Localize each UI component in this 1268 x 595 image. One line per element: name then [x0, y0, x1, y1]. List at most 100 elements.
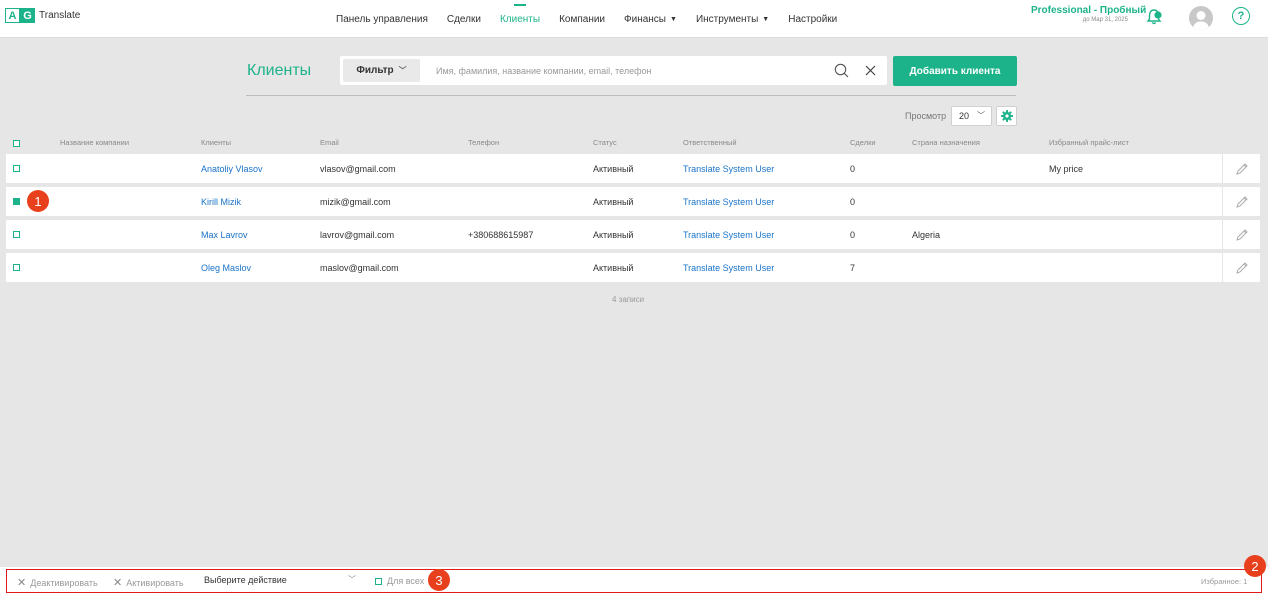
row-checkbox[interactable] — [13, 231, 20, 238]
col-company[interactable]: Название компании — [60, 138, 129, 147]
nav-companies[interactable]: Компании — [559, 0, 605, 38]
page-size-select[interactable]: 20 ﹀ — [951, 106, 992, 126]
col-deals[interactable]: Сделки — [850, 138, 876, 147]
pencil-icon — [1235, 195, 1248, 208]
deals-cell: 0 — [850, 164, 856, 174]
client-link[interactable]: Max Lavrov — [201, 230, 248, 240]
add-client-button[interactable]: Добавить клиента — [893, 56, 1017, 86]
close-icon: ✕ — [113, 577, 123, 589]
search-icon[interactable] — [834, 63, 849, 78]
nav-deals[interactable]: Сделки — [447, 0, 481, 38]
deals-cell: 0 — [850, 230, 856, 240]
table-row[interactable]: Kirill Mizik mizik@gmail.com Активный Tr… — [6, 187, 1260, 216]
chevron-down-icon: ﹀ — [977, 111, 985, 120]
client-link[interactable]: Anatoliy Vlasov — [201, 164, 263, 174]
email-cell: lavrov@gmail.com — [320, 230, 395, 240]
callout-badge-3: 3 — [428, 569, 450, 591]
table-row[interactable]: Anatoliy Vlasov vlasov@gmail.com Активны… — [6, 154, 1260, 183]
row-checkbox[interactable] — [13, 264, 20, 271]
status-cell: Активный — [593, 230, 634, 240]
responsible-link[interactable]: Translate System User — [683, 230, 774, 240]
price-list-cell: My price — [1049, 164, 1084, 174]
help-icon[interactable]: ? — [1232, 7, 1250, 25]
email-cell: vlasov@gmail.com — [320, 164, 396, 174]
deals-cell: 0 — [850, 197, 856, 207]
phone-cell: +380688615987 — [468, 230, 534, 240]
pencil-icon — [1235, 162, 1248, 175]
table-row[interactable]: Oleg Maslov maslov@gmail.com Активный Tr… — [6, 253, 1260, 282]
col-client[interactable]: Клиенты — [201, 138, 231, 147]
responsible-link[interactable]: Translate System User — [683, 263, 774, 273]
search-input[interactable] — [436, 63, 816, 78]
apply-to-all-toggle[interactable]: Для всех — [375, 576, 424, 586]
col-price-list[interactable]: Избранный прайс-лист — [1049, 138, 1129, 147]
notification-bell-icon[interactable] — [1145, 8, 1163, 26]
filter-button[interactable]: Фильтр ﹀ — [343, 59, 420, 82]
responsible-link[interactable]: Translate System User — [683, 164, 774, 174]
caret-down-icon: ▼ — [762, 15, 770, 23]
page-title: Клиенты — [247, 62, 312, 79]
col-responsible[interactable]: Ответственный — [683, 138, 737, 147]
plan-expiry: до Мар 31, 2025 — [1082, 17, 1128, 23]
nav-finance[interactable]: Финансы ▼ — [624, 0, 677, 38]
table-settings-button[interactable] — [996, 106, 1017, 126]
edit-button[interactable] — [1222, 154, 1260, 183]
logo-letter-a: A — [5, 8, 20, 23]
nav-dashboard[interactable]: Панель управления — [336, 0, 428, 38]
email-cell: maslov@gmail.com — [320, 263, 399, 273]
pencil-icon — [1235, 228, 1248, 241]
bulk-action-select[interactable]: Выберите действие ﹀ — [198, 572, 362, 589]
responsible-link[interactable]: Translate System User — [683, 197, 774, 207]
plan-info[interactable]: Professional - Пробный до Мар 31, 2025 — [1031, 5, 1147, 23]
user-silhouette-icon — [1192, 11, 1210, 30]
plan-name: Professional - Пробный — [1031, 5, 1147, 16]
client-link[interactable]: Kirill Mizik — [201, 197, 241, 207]
select-all-checkbox[interactable] — [13, 140, 20, 147]
col-status[interactable]: Статус — [593, 138, 617, 147]
app-name: Translate — [39, 10, 81, 21]
apply-to-all-checkbox[interactable] — [375, 577, 382, 585]
deactivate-button[interactable]: ✕ Деактивировать — [17, 576, 98, 589]
nav-settings[interactable]: Настройки — [788, 0, 837, 38]
title-divider — [246, 95, 1016, 96]
status-cell: Активный — [593, 197, 634, 207]
chevron-down-icon: ﹀ — [348, 575, 356, 584]
pencil-icon — [1235, 261, 1248, 274]
app-logo[interactable]: A G Translate — [5, 8, 80, 23]
col-phone[interactable]: Телефон — [468, 138, 499, 147]
top-bar: A G Translate Панель управления Сделки К… — [0, 0, 1268, 38]
activate-button[interactable]: ✕ Активировать — [113, 576, 184, 589]
table-row[interactable]: Max Lavrov lavrov@gmail.com +38068861598… — [6, 220, 1260, 249]
row-checkbox[interactable] — [13, 165, 20, 172]
country-cell: Algeria — [912, 230, 941, 240]
view-label: Просмотр — [905, 111, 947, 121]
highlight-frame — [6, 569, 1262, 593]
nav-clients[interactable]: Клиенты — [500, 0, 540, 38]
client-link[interactable]: Oleg Maslov — [201, 263, 251, 273]
row-checkbox[interactable] — [13, 198, 20, 205]
status-cell: Активный — [593, 263, 634, 273]
chevron-down-icon: ﹀ — [398, 66, 407, 75]
col-country[interactable]: Страна назначения — [912, 138, 980, 147]
edit-button[interactable] — [1222, 253, 1260, 282]
email-cell: mizik@gmail.com — [320, 197, 391, 207]
deals-cell: 7 — [850, 263, 856, 273]
records-count: 4 записи — [612, 295, 645, 304]
favorites-count: Избранное: 1 — [1201, 577, 1248, 586]
edit-button[interactable] — [1222, 187, 1260, 216]
close-icon: ✕ — [17, 577, 27, 589]
nav-tools[interactable]: Инструменты ▼ — [696, 0, 769, 38]
logo-letter-g: G — [20, 8, 35, 23]
gear-icon — [1000, 110, 1013, 122]
col-email[interactable]: Email — [320, 138, 339, 147]
main-nav: Панель управления Сделки Клиенты Компани… — [336, 0, 856, 38]
caret-down-icon: ▼ — [670, 15, 677, 23]
edit-button[interactable] — [1222, 220, 1260, 249]
table-header: Название компании Клиенты Email Телефон … — [6, 136, 1260, 150]
search-bar: Фильтр ﹀ — [340, 56, 887, 85]
callout-badge-2: 2 — [1244, 555, 1266, 577]
user-avatar[interactable] — [1189, 6, 1213, 30]
status-cell: Активный — [593, 164, 634, 174]
callout-badge-1: 1 — [27, 190, 49, 212]
close-icon[interactable] — [864, 64, 877, 77]
